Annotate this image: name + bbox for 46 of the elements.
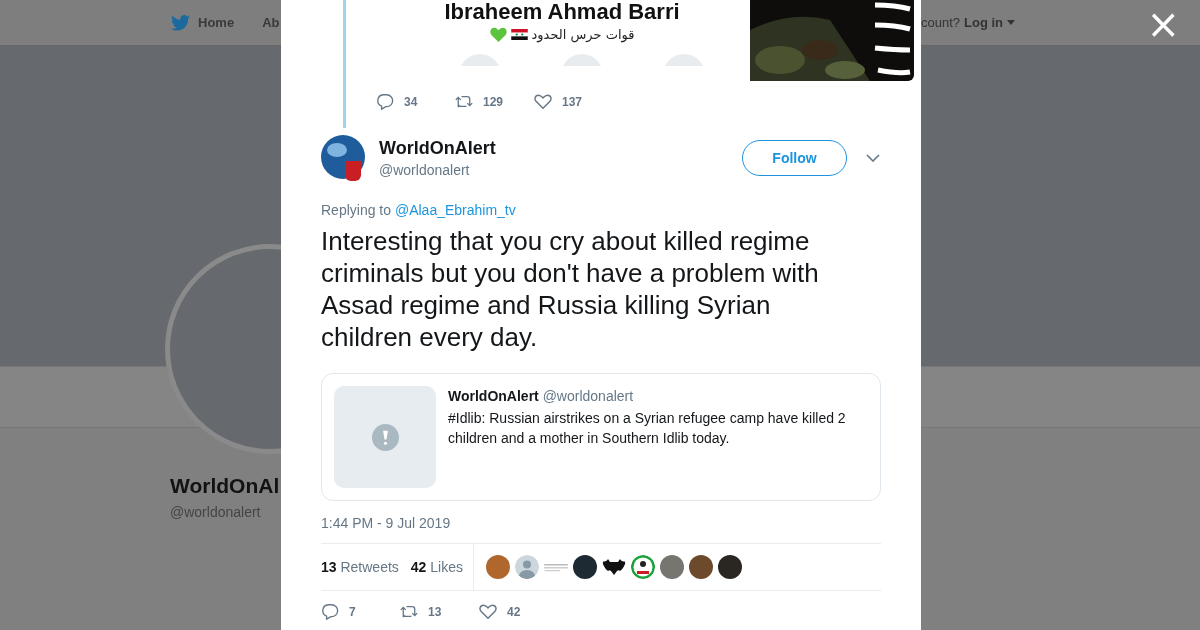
action-count: 13	[428, 604, 442, 619]
close-button[interactable]: ×	[1146, 6, 1180, 42]
action-count: 34	[404, 94, 418, 109]
heart-icon[interactable]	[479, 603, 497, 620]
retweet-icon[interactable]	[400, 603, 418, 620]
action-count: 42	[507, 604, 521, 619]
nav-link[interactable]: Ab	[262, 15, 280, 30]
author-name[interactable]: WorldOnAlert	[379, 138, 742, 159]
card-title: Ibraheem Ahmad Barri	[444, 1, 680, 23]
action-count: 129	[483, 94, 504, 109]
avatar[interactable]	[689, 555, 713, 579]
tweet-text: Interesting that you cry about killed regime criminals but you don't have a problem with Assad regime and Russia killing Syrian children every day.	[321, 225, 820, 353]
avatar[interactable]	[573, 555, 597, 579]
avatar[interactable]	[718, 555, 742, 579]
stat-count[interactable]: 42 Likes	[410, 559, 463, 575]
replying-to-text: Replying to @Alaa_Ebrahim_tv	[321, 202, 517, 218]
heart-icon	[489, 27, 507, 42]
exclamation-icon	[371, 423, 399, 451]
login-link[interactable]: Log in	[964, 15, 1003, 30]
action-count: 7	[349, 604, 356, 619]
mention-link[interactable]: @Alaa_Ebrahim_tv	[394, 202, 516, 218]
flag-icon	[510, 29, 528, 40]
retweet-icon[interactable]	[455, 93, 473, 110]
globe-avatar	[321, 135, 367, 181]
action-count: 137	[562, 94, 583, 109]
heart-icon[interactable]	[534, 93, 552, 110]
reply-icon[interactable]	[376, 93, 394, 110]
nav-link[interactable]: Home	[198, 15, 235, 30]
chevron-down-icon[interactable]	[866, 154, 880, 162]
quote-text: #Idlib: Russian airstrikes on a Syrian refugee camp have killed 2 children and a mother in Southern Idlib today.	[448, 409, 847, 448]
login-prompt: count?	[920, 15, 960, 30]
quoted-tweet-card[interactable]: WorldOnAlert @worldonalert #Idlib: Russian airstrikes on a Syrian refugee camp have killed 2 children and a mother in Southern Idlib today.	[321, 373, 881, 501]
quote-author-handle: @worldonalert	[542, 388, 634, 404]
profile-name: WorldOnAl	[170, 474, 281, 498]
quote-author-name: WorldOnAlert	[448, 388, 539, 404]
follow-button[interactable]: Follow	[742, 140, 847, 176]
stat-count[interactable]: 13 Retweets	[321, 559, 399, 575]
default-avatar[interactable]	[515, 555, 539, 579]
profile-handle: @worldonalert	[170, 504, 262, 520]
card-subtitle: قوات حرس الحدود	[531, 27, 635, 42]
reply-icon[interactable]	[321, 603, 339, 620]
caret-icon	[1007, 20, 1015, 25]
emblem-avatar[interactable]	[631, 555, 655, 579]
timestamp[interactable]: 1:44 PM - 9 Jul 2019	[321, 515, 881, 531]
author-handle: @worldonalert	[379, 162, 471, 178]
bird-icon	[171, 14, 190, 31]
